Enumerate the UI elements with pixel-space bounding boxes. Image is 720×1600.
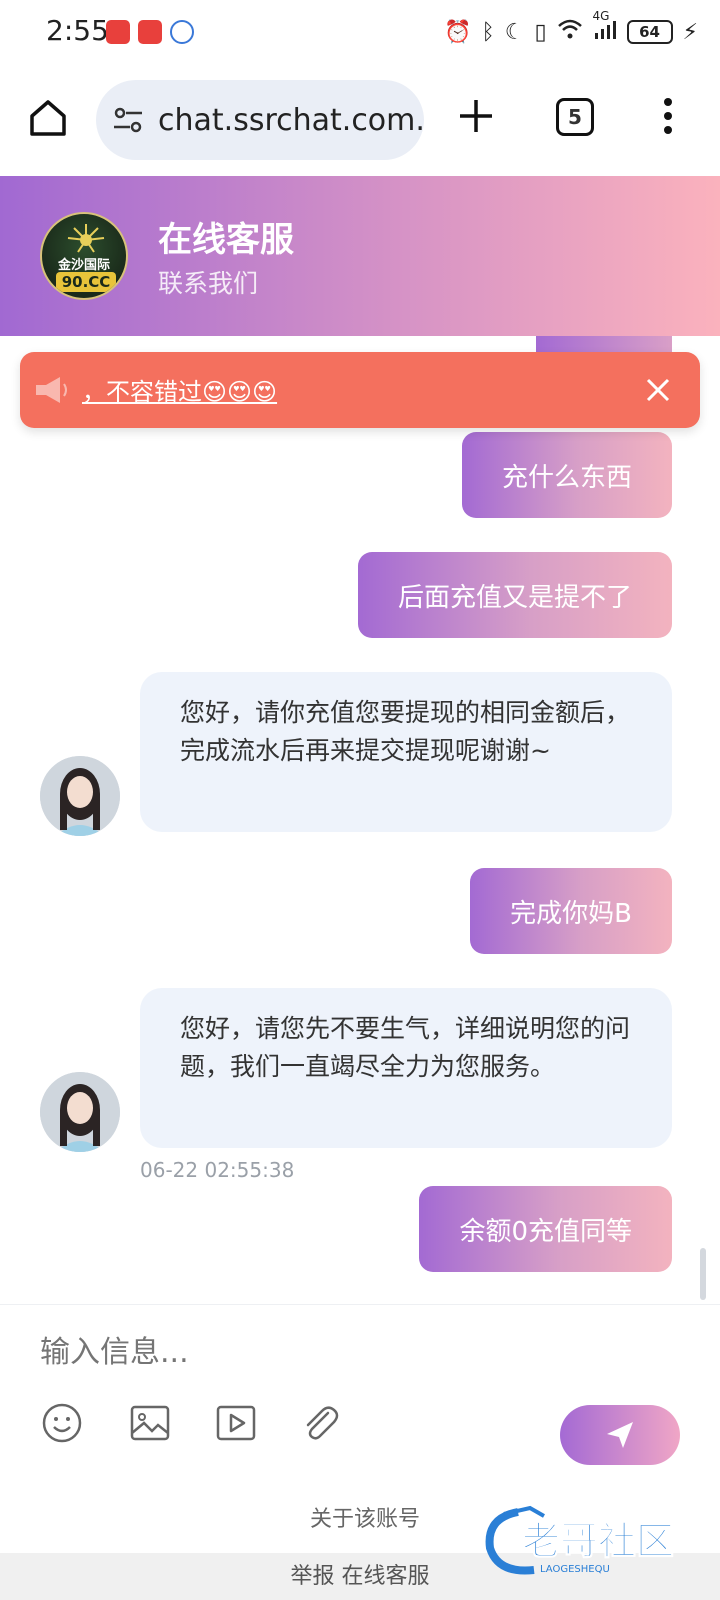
cell-signal-icon: 4G xyxy=(593,9,617,45)
agent-avatar xyxy=(40,1072,120,1152)
message-bubble-outgoing: 完成你妈B xyxy=(470,868,672,954)
message-bubble-outgoing: 充什么东西 xyxy=(461,432,672,518)
address-bar[interactable]: chat.ssrchat.com. xyxy=(96,80,424,160)
watermark-text: 老哥社区 xyxy=(522,1519,674,1563)
message-text: 后面充值又是提不了 xyxy=(397,582,632,613)
vibrate-icon: ▯ xyxy=(534,19,547,45)
agent-avatar-image xyxy=(40,1072,120,1152)
close-icon[interactable] xyxy=(640,372,676,408)
emoji-icon[interactable] xyxy=(40,1401,84,1445)
site-watermark-logo: 老哥社区 LAOGESHEQU xyxy=(485,1505,675,1575)
watermark-subtext: LAOGESHEQU xyxy=(540,1564,610,1575)
message-bubble-incoming: 您好，请您先不要生气，详细说明您的问题，我们一直竭尽全力为您服务。 xyxy=(140,988,672,1148)
battery-level: 64 xyxy=(639,23,660,41)
new-tab-icon[interactable] xyxy=(454,94,498,138)
send-icon xyxy=(607,1422,633,1448)
message-bubble-outgoing: 余额0充值同等 xyxy=(419,1186,672,1272)
alarm-icon: ⏰ xyxy=(444,19,472,45)
sun-logo-icon xyxy=(67,224,105,253)
wifi-icon xyxy=(557,18,583,46)
site-settings-icon[interactable] xyxy=(112,104,144,136)
status-time: 2:55 xyxy=(46,14,109,47)
agent-avatar-image xyxy=(40,756,120,836)
report-link[interactable]: 举报 在线客服 xyxy=(291,1564,430,1589)
brand-logo: 金沙国际 90.CC xyxy=(40,212,128,300)
message-bubble-outgoing: 后面充值又是提不了 xyxy=(357,552,672,638)
url-text: chat.ssrchat.com. xyxy=(158,102,424,138)
charging-icon: ⚡ xyxy=(682,19,698,45)
message-list[interactable]: 充什么东西 后面充值又是提不了 您好，请你充值您要提现的相同金额后，完成流水后再… xyxy=(0,336,720,1304)
send-button[interactable] xyxy=(560,1405,680,1465)
chat-subtitle: 联系我们 xyxy=(158,269,259,298)
notification-app-icon xyxy=(138,20,162,44)
status-bar: 2:55 ⏰ ᛒ ☾ ▯ 4G 64 ⚡ xyxy=(0,0,720,66)
message-timestamp: 06-22 02:55:38 xyxy=(140,1158,295,1182)
announcement-text[interactable]: ，不容错过😍😍😍 xyxy=(82,372,277,407)
more-menu-icon[interactable] xyxy=(658,96,678,136)
agent-avatar xyxy=(40,756,120,836)
tab-count: 5 xyxy=(568,105,582,129)
status-icons: ⏰ ᛒ ☾ ▯ 4G 64 ⚡ xyxy=(444,9,698,50)
chat-title: 在线客服 xyxy=(158,220,294,260)
message-text: 您好，请你充值您要提现的相同金额后，完成流水后再来提交提现呢谢谢~ xyxy=(180,698,631,765)
chat-header: 金沙国际 90.CC 在线客服 联系我们 xyxy=(0,176,720,336)
announcement-banner[interactable]: ，不容错过😍😍😍 xyxy=(20,352,700,428)
notification-shield-icon xyxy=(170,20,194,44)
screen: 2:55 ⏰ ᛒ ☾ ▯ 4G 64 ⚡ chat.ssrchat.com. 5… xyxy=(0,0,720,1600)
megaphone-icon xyxy=(36,377,67,403)
browser-toolbar: chat.ssrchat.com. 5 xyxy=(0,66,720,176)
bluetooth-icon: ᛒ xyxy=(481,19,495,45)
scrollbar-thumb[interactable] xyxy=(700,1248,706,1300)
message-text: 余额0充值同等 xyxy=(459,1216,632,1247)
logo-text: 金沙国际 xyxy=(57,258,110,273)
home-icon[interactable] xyxy=(26,96,70,140)
moon-icon: ☾ xyxy=(504,19,525,45)
tab-switcher-button[interactable]: 5 xyxy=(556,98,594,136)
message-text: 您好，请您先不要生气，详细说明您的问题，我们一直竭尽全力为您服务。 xyxy=(180,1014,631,1081)
message-input[interactable] xyxy=(40,1327,680,1377)
message-text: 完成你妈B xyxy=(510,898,632,929)
battery-icon: 64 xyxy=(626,20,673,44)
notification-app-icon xyxy=(106,20,130,44)
video-upload-icon[interactable] xyxy=(214,1401,258,1445)
logo-domain: 90.CC xyxy=(56,272,116,292)
message-bubble-incoming: 您好，请你充值您要提现的相同金额后，完成流水后再来提交提现呢谢谢~ xyxy=(140,672,672,832)
message-text: 充什么东西 xyxy=(501,462,632,493)
network-type: 4G xyxy=(592,9,610,23)
image-upload-icon[interactable] xyxy=(128,1401,172,1445)
attachment-icon[interactable] xyxy=(298,1401,342,1445)
